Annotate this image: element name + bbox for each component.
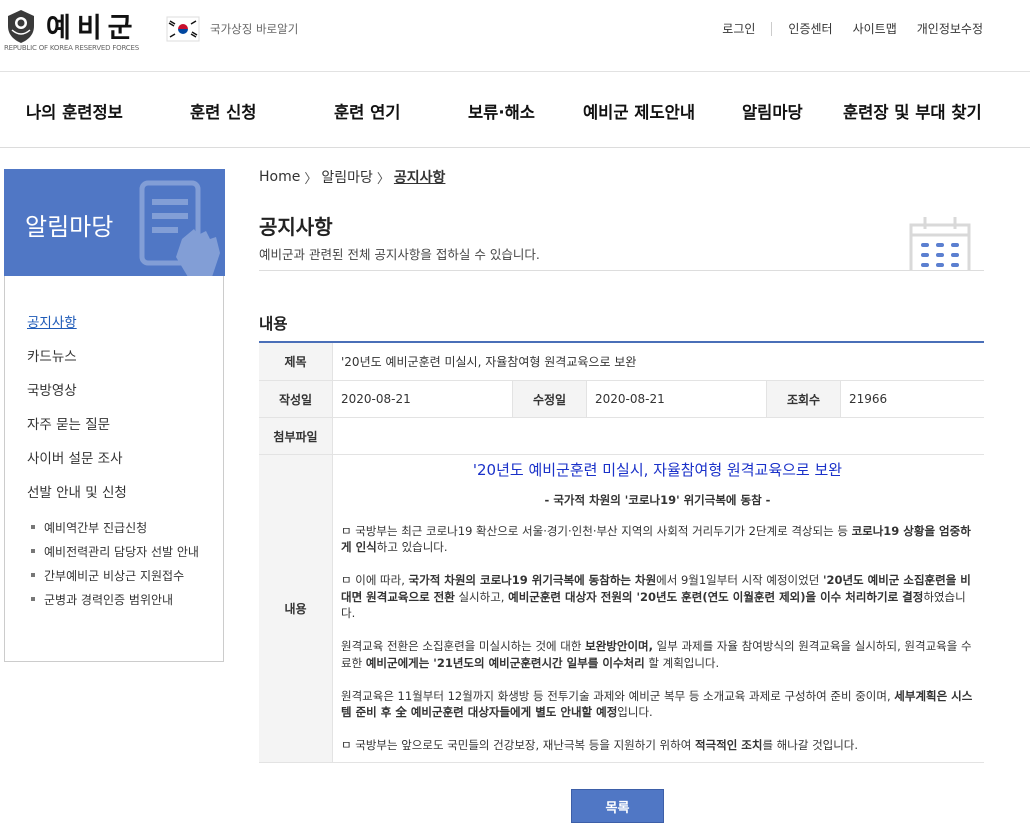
table-row: 제목 '20년도 예비군훈련 미실시, 자율참여형 원격교육으로 보완 [259,343,984,381]
sidebar-subitem[interactable]: 예비역간부 진급신청 [27,515,217,539]
sidebar-title: 알림마당 [25,213,114,241]
sitemap-link[interactable]: 사이트맵 [853,20,897,37]
table-row: 작성일 2020-08-21 수정일 2020-08-21 조회수 21966 [259,381,984,418]
sidebar-subitem[interactable]: 간부예비군 비상근 지원접수 [27,563,217,587]
sidebar-item-notice[interactable]: 공지사항 [27,311,217,345]
written-date-label: 작성일 [259,381,333,417]
sidebar-item-faq[interactable]: 자주 묻는 질문 [27,413,217,447]
nav-notice-board[interactable]: 알림마당 [742,99,803,123]
section-title: 내용 [259,315,288,333]
modified-date-value: 2020-08-21 [587,381,767,417]
sidebar-item-survey[interactable]: 사이버 설문 조사 [27,447,217,481]
korean-flag-icon [166,16,200,42]
content-paragraph: 원격교육 전환은 소집훈련을 미실시하는 것에 대한 보완방안이며, 일부 과제… [341,639,972,670]
chevron-right-icon: 〉 [376,171,390,187]
table-row: 내용 '20년도 예비군훈련 미실시, 자율참여형 원격교육으로 보완 - 국가… [259,455,984,763]
list-button[interactable]: 목록 [571,789,664,823]
nav-training-postpone[interactable]: 훈련 연기 [334,99,400,123]
main-navigation: 나의 훈련정보 훈련 신청 훈련 연기 보류·해소 예비군 제도안내 알림마당 … [0,72,1030,148]
edit-profile-link[interactable]: 개인정보수정 [917,20,983,37]
written-date-value: 2020-08-21 [333,381,513,417]
bullet-icon [31,573,35,577]
bullet-icon [31,597,35,601]
login-link[interactable]: 로그인 [722,20,755,37]
bullet-icon [31,549,35,553]
emblem-icon [8,10,34,43]
content-paragraph: ㅁ 국방부는 최근 코로나19 확산으로 서울·경기·인천·부산 지역의 사회적… [341,523,971,555]
logo-text: 예비군 [46,13,139,44]
breadcrumb-current[interactable]: 공지사항 [394,167,446,187]
subject-label: 제목 [259,343,333,380]
sidebar-item-card-news[interactable]: 카드뉴스 [27,345,217,379]
sidebar-subitem[interactable]: 군병과 경력인증 범위안내 [27,587,217,611]
nav-system-guide[interactable]: 예비군 제도안내 [583,99,695,123]
content-paragraph: ㅁ 이에 따라, 국가적 차원의 코로나19 위기극복에 동참하는 차원에서 9… [341,573,971,620]
post-content: '20년도 예비군훈련 미실시, 자율참여형 원격교육으로 보완 - 국가적 차… [333,455,984,762]
calendar-icon [909,217,971,271]
national-symbol-link[interactable]: 국가상징 바로알기 [166,14,298,44]
content-subheading: - 국가적 차원의 '코로나19' 위기극복에 동참 - [544,493,771,507]
nav-my-training[interactable]: 나의 훈련정보 [26,99,123,123]
table-row: 첨부파일 [259,418,984,455]
nav-find-training-site[interactable]: 훈련장 및 부대 찾기 [843,99,982,123]
sidebar-menu: 공지사항 카드뉴스 국방영상 자주 묻는 질문 사이버 설문 조사 선발 안내 … [27,311,217,611]
site-logo[interactable]: 예비군 REPUBLIC OF KOREA RESERVED FORCES [4,6,149,56]
subject-value: '20년도 예비군훈련 미실시, 자율참여형 원격교육으로 보완 [341,355,637,369]
phone-hand-icon [139,180,220,276]
sidebar: 알림마당 공지사항 카드뉴스 국방영상 자주 묻는 질문 사이버 설문 조사 선… [4,169,225,662]
attachment-label: 첨부파일 [259,418,333,454]
breadcrumb: Home 〉 알림마당 〉 공지사항 [259,167,445,187]
nav-hold-release[interactable]: 보류·해소 [468,99,535,123]
page-description: 예비군과 관련된 전체 공지사항을 접하실 수 있습니다. [259,247,540,262]
attachment-value[interactable] [333,418,984,454]
sidebar-subitem[interactable]: 예비전력관리 담당자 선발 안내 [27,539,217,563]
breadcrumb-home[interactable]: Home [259,169,300,185]
sidebar-header: 알림마당 [4,169,225,276]
sidebar-submenu: 예비역간부 진급신청 예비전력관리 담당자 선발 안내 간부예비군 비상근 지원… [27,515,217,611]
post-detail-table: 제목 '20년도 예비군훈련 미실시, 자율참여형 원격교육으로 보완 작성일 … [259,341,984,763]
certificate-center-link[interactable]: 인증센터 [788,20,832,37]
views-label: 조회수 [767,381,841,417]
breadcrumb-notice-board[interactable]: 알림마당 [321,167,373,187]
divider [259,270,984,271]
divider [771,21,773,36]
nav-training-apply[interactable]: 훈련 신청 [190,99,256,123]
logo-subtitle: REPUBLIC OF KOREA RESERVED FORCES [4,44,139,52]
chevron-right-icon: 〉 [304,171,318,187]
bullet-icon [31,525,35,529]
top-header: 예비군 REPUBLIC OF KOREA RESERVED FORCES 국가… [0,0,1030,72]
content-paragraph: 원격교육은 11월부터 12월까지 화생방 등 전투기술 과제와 예비군 복무 … [341,688,973,720]
content-paragraph: ㅁ 국방부는 앞으로도 국민들의 건강보장, 재난극복 등을 지원하기 위하여 … [341,738,859,752]
views-value: 21966 [849,392,888,406]
modified-date-label: 수정일 [513,381,587,417]
national-symbol-label: 국가상징 바로알기 [210,22,299,36]
content-heading: '20년도 예비군훈련 미실시, 자율참여형 원격교육으로 보완 [472,461,843,479]
utility-menu: 로그인 인증센터 사이트맵 개인정보수정 [722,20,983,37]
content-label: 내용 [259,455,333,762]
sidebar-item-selection[interactable]: 선발 안내 및 신청 [27,481,217,515]
page-title: 공지사항 [259,215,333,239]
sidebar-item-defense-video[interactable]: 국방영상 [27,379,217,413]
